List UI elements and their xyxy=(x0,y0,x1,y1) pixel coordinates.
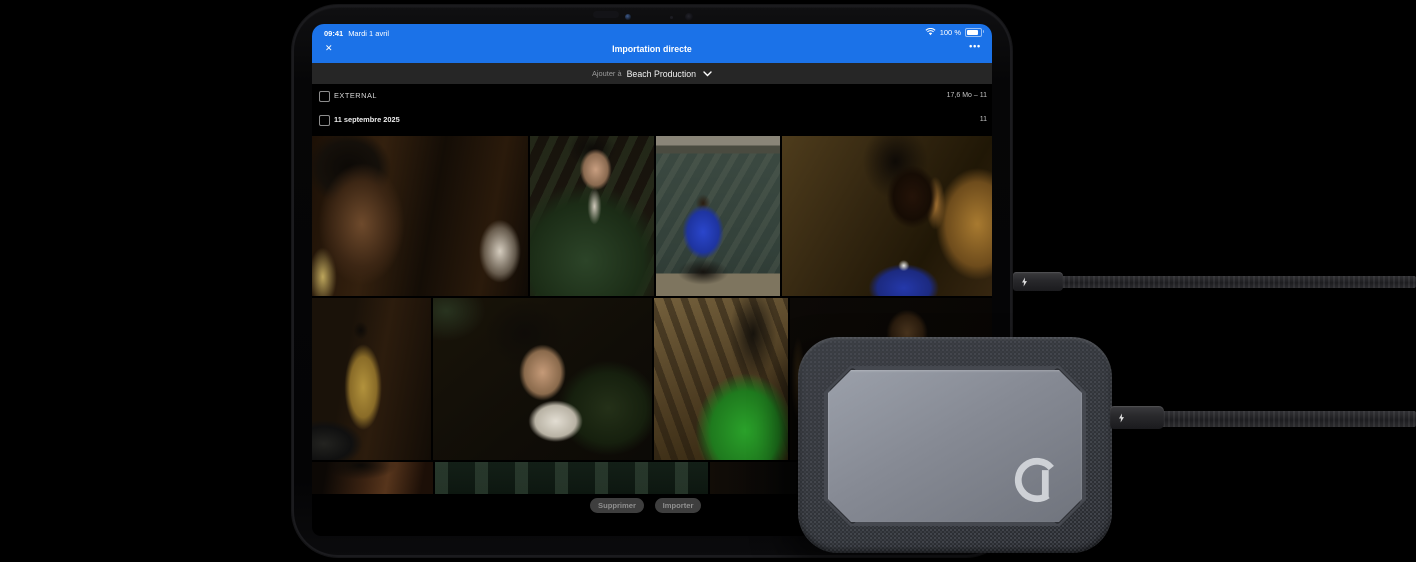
delete-button[interactable]: Supprimer xyxy=(590,498,644,513)
thunderbolt-logo-icon xyxy=(1119,413,1124,422)
photo-thumbnail-9[interactable] xyxy=(312,462,433,494)
thunderbolt-logo-icon xyxy=(1022,277,1027,286)
front-camera-icon xyxy=(625,14,631,20)
drive-face-plate xyxy=(824,366,1086,526)
scene: 09:41 Mardi 1 avril 100 % ✕ Importation … xyxy=(0,0,1416,562)
photo-thumbnail-5[interactable] xyxy=(312,298,431,460)
photo-thumbnail-1[interactable] xyxy=(312,136,528,296)
usb-c-plug-bottom xyxy=(1110,406,1164,429)
photo-thumbnail-3[interactable] xyxy=(656,136,780,296)
camera-sensor-dot xyxy=(670,16,673,19)
thunderbolt-cable-top xyxy=(1058,276,1416,288)
external-ssd-drive xyxy=(798,337,1112,553)
photo-thumbnail-4[interactable] xyxy=(782,136,992,296)
usb-c-plug-top xyxy=(1013,272,1063,291)
g-brand-logo-icon xyxy=(1011,454,1063,506)
front-camera-pill xyxy=(593,11,619,18)
thunderbolt-cable-bottom xyxy=(1158,411,1416,427)
import-button[interactable]: Importer xyxy=(655,498,701,513)
camera-sensor-dot xyxy=(685,13,693,21)
photo-thumbnail-7[interactable] xyxy=(654,298,788,460)
photo-thumbnail-2[interactable] xyxy=(530,136,654,296)
photo-thumbnail-6[interactable] xyxy=(433,298,652,460)
photo-thumbnail-10[interactable] xyxy=(435,462,708,494)
